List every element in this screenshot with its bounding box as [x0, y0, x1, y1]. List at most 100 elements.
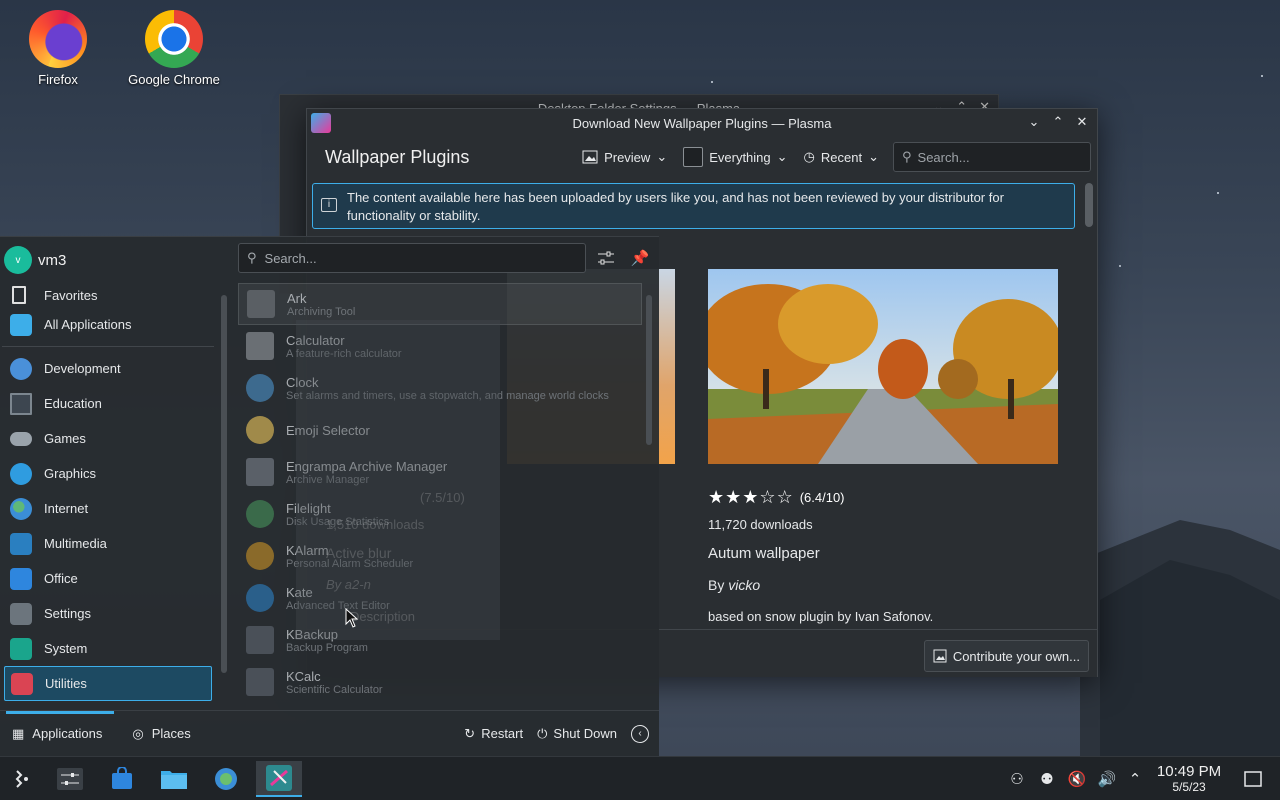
minimize-button[interactable]: ⌄ [1025, 113, 1043, 131]
category-graphics[interactable]: Graphics [0, 456, 216, 491]
category-favorites[interactable]: Favorites [0, 283, 216, 307]
checkbox[interactable] [683, 147, 704, 167]
tab-places[interactable]: ◎ Places [120, 711, 202, 757]
preview-dropdown[interactable]: Preview ⌄ [574, 143, 675, 171]
shutdown-label: Shut Down [553, 726, 617, 741]
sort-dropdown[interactable]: ◷ Recent ⌄ [796, 143, 887, 171]
category-scrollbar[interactable] [221, 295, 227, 673]
globe-icon [10, 497, 32, 520]
ghost-window-overlay [296, 320, 500, 640]
plugin-preview-image[interactable] [708, 269, 1058, 464]
taskbar-system-settings[interactable] [52, 761, 88, 797]
restart-label: Restart [481, 726, 524, 741]
kcalc-icon [246, 668, 274, 696]
filelight-icon [246, 500, 274, 528]
ghost-desc: Description [350, 609, 416, 624]
user-switch-icon[interactable]: ⚉ [1037, 769, 1057, 789]
category-label: Games [44, 431, 86, 446]
category-settings[interactable]: Settings [0, 596, 216, 631]
taskbar-plasma-window[interactable] [256, 761, 302, 797]
app-launcher-button[interactable] [4, 761, 40, 797]
category-education[interactable]: Education [0, 386, 216, 421]
chevron-down-icon: ⌄ [868, 149, 879, 164]
taskbar-globe[interactable] [208, 761, 244, 797]
category-games[interactable]: Games [0, 421, 216, 456]
utilities-icon [11, 672, 33, 695]
graphics-icon [10, 462, 32, 485]
kde-logo-icon [15, 770, 28, 788]
pin-icon[interactable]: 📌 [629, 247, 651, 269]
office-icon [10, 567, 32, 590]
category-office[interactable]: Office [0, 561, 216, 596]
taskbar-discover[interactable] [104, 761, 140, 797]
sort-label: Recent [820, 149, 863, 165]
configure-icon[interactable] [595, 247, 617, 269]
dialog-titlebar[interactable]: Download New Wallpaper Plugins — Plasma … [307, 109, 1097, 137]
system-icon [10, 637, 32, 660]
author-name[interactable]: vicko [728, 577, 760, 593]
app-description: Scientific Calculator [286, 683, 383, 696]
desktop-icon-google-chrome[interactable]: Google Chrome [119, 10, 229, 87]
avatar[interactable]: v [4, 246, 32, 274]
shutdown-button[interactable]: ⏻ Shut Down [537, 726, 617, 742]
chrome-icon [145, 10, 203, 68]
more-options-button[interactable]: ‹ [631, 724, 649, 743]
compass-icon: ◎ [132, 725, 144, 741]
user-icon[interactable]: ⚇ [1007, 769, 1027, 789]
firefox-icon [29, 10, 87, 68]
launcher-search-input[interactable]: ⚲ Search... [238, 243, 586, 273]
category-label: Graphics [44, 466, 97, 481]
clock[interactable]: 10:49 PM 5/5/23 [1150, 763, 1228, 794]
category-all-applications[interactable]: All Applications [0, 307, 216, 342]
category-system[interactable]: System [0, 631, 216, 666]
app-name: Ark [287, 290, 307, 306]
category-label: Multimedia [44, 536, 107, 551]
category-multimedia[interactable]: Multimedia [0, 526, 216, 561]
plugin-name[interactable]: Autum wallpaper [708, 545, 820, 562]
folder-icon [161, 771, 187, 789]
category-label: Settings [44, 606, 91, 621]
show-desktop-icon[interactable] [1243, 769, 1263, 789]
close-button[interactable]: ✕ [1073, 113, 1091, 131]
ghost-downloads: 1,510 downloads [326, 517, 425, 532]
scrollbar[interactable] [1085, 183, 1093, 227]
clock-icon [246, 374, 274, 402]
taskbar-dolphin[interactable] [156, 761, 192, 797]
restart-button[interactable]: ↻ Restart [464, 726, 523, 742]
author-prefix: By [708, 577, 725, 593]
chevron-down-icon: ⌄ [776, 149, 788, 164]
gamepad-icon [10, 431, 32, 446]
search-placeholder: Search... [264, 250, 317, 266]
chevron-up-icon[interactable]: ⌃ [1125, 769, 1145, 789]
application-scrollbar[interactable] [646, 295, 652, 445]
app-item-kcalc[interactable]: KCalc Scientific Calculator [238, 661, 642, 703]
plugin-description: based on snow plugin by Ivan Safonov. [708, 609, 934, 624]
star-empty-icon: ☆ [776, 487, 793, 507]
category-label: Education [44, 396, 102, 411]
category-label: Internet [44, 501, 89, 516]
everything-filter-dropdown[interactable]: Everything ⌄ [675, 143, 795, 171]
mouse-cursor-icon [345, 608, 359, 628]
category-development[interactable]: Development [0, 351, 216, 386]
rating-stars: ★ ★ ★ ☆ ☆ (6.4/10) [708, 487, 845, 508]
app-item-ark[interactable]: Ark Archiving Tool [238, 283, 642, 325]
warning-banner: i The content available here has been up… [312, 183, 1075, 229]
grid-icon: ▦ [12, 725, 25, 741]
category-internet[interactable]: Internet [0, 491, 216, 526]
star-full-icon: ★ [708, 487, 725, 507]
development-icon [10, 357, 32, 380]
tab-applications[interactable]: ▦ Applications [0, 710, 115, 757]
education-icon [10, 392, 32, 415]
sliders-icon [57, 768, 83, 790]
grid-icon [10, 313, 32, 336]
category-utilities[interactable]: Utilities [4, 666, 212, 701]
desktop-icon-firefox[interactable]: Firefox [3, 10, 113, 87]
kate-icon [246, 584, 274, 612]
volume-icon[interactable]: 🔊 [1097, 769, 1117, 789]
search-input[interactable]: ⚲ Search... [893, 142, 1091, 172]
volume-muted-icon[interactable]: 🔇 [1067, 769, 1087, 789]
chevron-down-icon: ⌄ [656, 149, 668, 164]
contribute-button[interactable]: Contribute your own... [923, 640, 1089, 672]
page-title: Wallpaper Plugins [325, 146, 470, 167]
maximize-button[interactable]: ⌃ [1049, 113, 1067, 131]
